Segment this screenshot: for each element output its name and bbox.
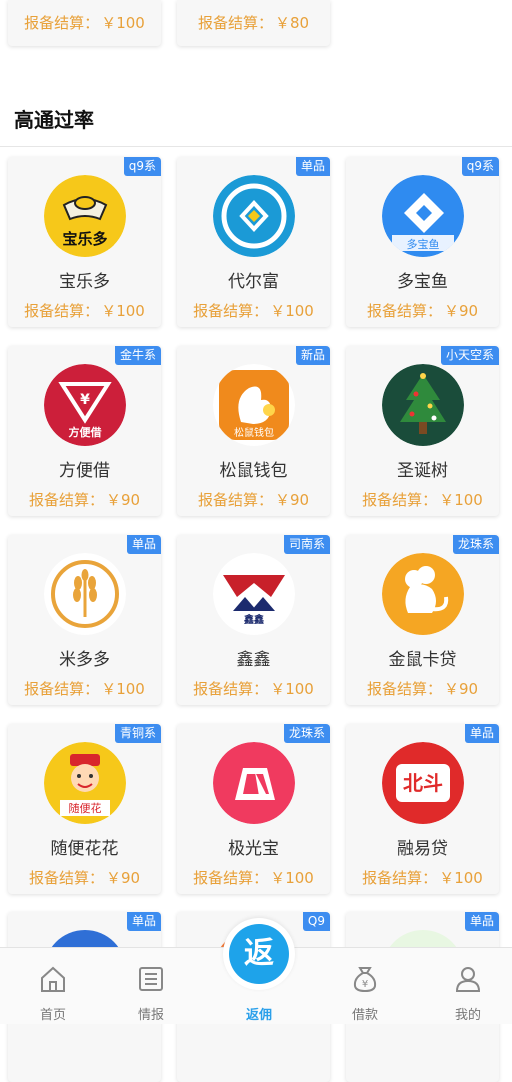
suibianhuahua-logo: 随便花 <box>44 742 126 824</box>
series-badge: 单品 <box>464 912 499 931</box>
product-card[interactable]: 单品 北斗 融易贷 报备结算： ￥100 <box>346 724 499 894</box>
svg-text:鑫鑫: 鑫鑫 <box>243 613 264 626</box>
svg-text:多宝鱼: 多宝鱼 <box>407 237 440 251</box>
product-card[interactable]: 新品 松鼠钱包 松鼠钱包 报备结算： ￥90 <box>177 346 330 516</box>
product-name: 米多多 <box>59 650 110 670</box>
settlement-price: 报备结算： ￥100 <box>193 302 314 320</box>
golden-mouse-logo <box>382 553 464 635</box>
product-card[interactable]: 龙珠系 极光宝 报备结算： ￥100 <box>177 724 330 894</box>
series-badge: 小天空系 <box>440 346 499 365</box>
series-badge: 司南系 <box>283 535 330 554</box>
tab-label: 借款 <box>351 1008 378 1023</box>
tab-home[interactable]: 首页 <box>18 948 88 1024</box>
xinxin-logo: 鑫鑫 <box>213 553 295 635</box>
product-name: 代尔富 <box>228 272 279 292</box>
settlement-price: 报备结算： ￥100 <box>362 869 483 887</box>
tab-label: 首页 <box>39 1008 66 1023</box>
tab-loan[interactable]: ¥ 借款 <box>330 948 400 1024</box>
section-title: 高通过率 <box>14 108 94 132</box>
songshu-wallet-logo: 松鼠钱包 <box>213 364 295 446</box>
product-name: 随便花花 <box>50 839 119 859</box>
rebate-fab-button[interactable]: 返 <box>223 918 295 990</box>
series-badge: 单品 <box>126 535 161 554</box>
svg-text:北斗: 北斗 <box>403 771 443 795</box>
product-card[interactable]: 单品 米多多 报备结算： ￥100 <box>8 535 161 705</box>
product-name: 融易贷 <box>397 839 448 859</box>
product-card[interactable]: 金牛系 ¥ 方便借 方便借 报备结算： ￥90 <box>8 346 161 516</box>
product-card-partial[interactable]: 报备结算： ￥80 <box>177 0 330 46</box>
series-badge: 单品 <box>464 724 499 743</box>
christmas-tree-logo <box>382 364 464 446</box>
product-card[interactable]: 司南系 鑫鑫 鑫鑫 报备结算： ￥100 <box>177 535 330 705</box>
settlement-price: 报备结算： ￥90 <box>366 302 479 320</box>
series-badge: q9系 <box>461 157 499 176</box>
home-icon <box>38 964 68 994</box>
wheat-logo <box>44 553 126 635</box>
settlement-price: 报备结算： ￥90 <box>197 491 310 509</box>
series-badge: 新品 <box>295 346 330 365</box>
svg-text:¥: ¥ <box>362 979 368 990</box>
product-card[interactable]: 青铜系 随便花 随便花花 报备结算： ￥90 <box>8 724 161 894</box>
money-bag-icon: ¥ <box>350 964 380 994</box>
fangbianjie-logo: ¥ 方便借 <box>44 364 126 446</box>
settlement-price: 报备结算： ￥100 <box>193 869 314 887</box>
series-badge: q9系 <box>123 157 161 176</box>
series-badge: 龙珠系 <box>283 724 330 743</box>
product-name: 鑫鑫 <box>236 650 271 670</box>
svg-text:¥: ¥ <box>80 392 90 408</box>
settlement-price: 报备结算： ￥100 <box>362 491 483 509</box>
baoleduo-logo: 宝乐多 <box>44 175 126 257</box>
product-name: 圣诞树 <box>397 461 448 481</box>
settlement-price: 报备结算： ￥80 <box>197 14 310 32</box>
tab-label: 我的 <box>454 1008 481 1023</box>
settlement-price: 报备结算： ￥100 <box>24 302 145 320</box>
product-card[interactable]: q9系 多宝鱼 多宝鱼 报备结算： ￥90 <box>346 157 499 327</box>
product-name: 金鼠卡贷 <box>388 650 457 670</box>
series-badge: 金牛系 <box>114 346 161 365</box>
series-badge: 龙珠系 <box>452 535 499 554</box>
product-card-partial[interactable]: 报备结算： ￥100 <box>8 0 161 46</box>
settlement-price: 报备结算： ￥90 <box>28 869 141 887</box>
tab-label: 返佣 <box>245 1008 272 1023</box>
rongyidai-logo: 北斗 <box>382 742 464 824</box>
series-badge: 青铜系 <box>114 724 161 743</box>
series-badge: 单品 <box>126 912 161 931</box>
product-card[interactable]: 单品 代尔富 报备结算： ￥100 <box>177 157 330 327</box>
tab-news[interactable]: 情报 <box>116 948 186 1024</box>
jiguangbao-logo <box>213 742 295 824</box>
settlement-price: 报备结算： ￥100 <box>24 14 145 32</box>
settlement-price: 报备结算： ￥100 <box>193 680 314 698</box>
divider <box>0 146 512 147</box>
product-name: 宝乐多 <box>59 272 110 292</box>
duobaoyu-logo: 多宝鱼 <box>382 175 464 257</box>
product-name: 方便借 <box>59 461 110 481</box>
rebate-fab-label: 返 <box>229 924 289 984</box>
svg-text:松鼠钱包: 松鼠钱包 <box>234 426 274 439</box>
settlement-price: 报备结算： ￥90 <box>28 491 141 509</box>
svg-text:宝乐多: 宝乐多 <box>62 230 107 248</box>
tab-label: 情报 <box>137 1008 164 1023</box>
product-card[interactable]: 龙珠系 金鼠卡贷 报备结算： ￥90 <box>346 535 499 705</box>
daierfu-logo <box>213 175 295 257</box>
tab-profile[interactable]: 我的 <box>433 948 503 1024</box>
product-name: 多宝鱼 <box>397 272 448 292</box>
product-card[interactable]: 小天空系 圣诞树 报备结算： ￥100 <box>346 346 499 516</box>
series-badge: Q9 <box>302 912 330 931</box>
news-icon <box>136 964 166 994</box>
product-name: 松鼠钱包 <box>219 461 288 481</box>
settlement-price: 报备结算： ￥100 <box>24 680 145 698</box>
series-badge: 单品 <box>295 157 330 176</box>
product-card[interactable]: q9系 宝乐多 宝乐多 报备结算： ￥100 <box>8 157 161 327</box>
product-name: 极光宝 <box>228 839 279 859</box>
settlement-price: 报备结算： ￥90 <box>366 680 479 698</box>
user-icon <box>453 964 483 994</box>
svg-text:随便花: 随便花 <box>69 801 102 815</box>
svg-text:方便借: 方便借 <box>69 425 102 439</box>
